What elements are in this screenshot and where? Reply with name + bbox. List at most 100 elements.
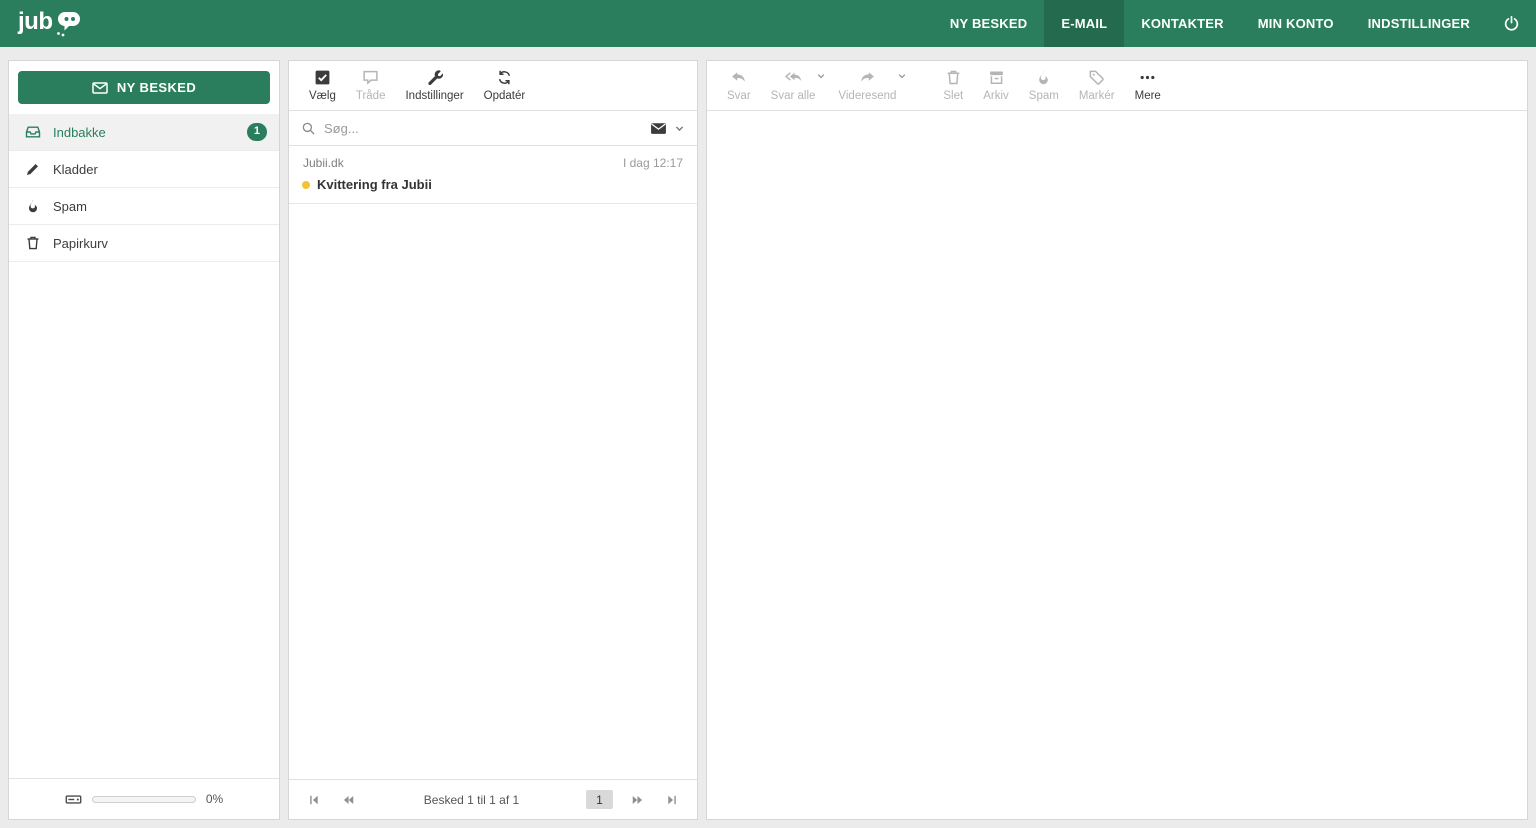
forward-menu-button[interactable] — [897, 71, 907, 81]
nav-indstillinger[interactable]: INDSTILLINGER — [1351, 0, 1487, 47]
envelope-icon — [92, 80, 108, 96]
more-button[interactable]: Mere — [1125, 69, 1171, 103]
pagination-status: Besked 1 til 1 af 1 — [369, 793, 574, 807]
storage-bar — [92, 796, 196, 803]
reply-all-menu-button[interactable] — [816, 71, 826, 81]
reply-button[interactable]: Svar — [717, 69, 761, 103]
search-bar — [289, 111, 697, 146]
unread-dot-icon — [302, 181, 310, 189]
select-button[interactable]: Vælg — [299, 69, 346, 103]
checkbox-icon — [314, 69, 331, 86]
next-page-icon — [631, 793, 645, 807]
nav-email[interactable]: E-MAIL — [1044, 0, 1124, 47]
archive-button[interactable]: Arkiv — [973, 69, 1019, 103]
mail-icon — [650, 120, 667, 137]
refresh-label: Opdatér — [484, 91, 526, 103]
folder-kladder[interactable]: Kladder — [9, 151, 279, 188]
folder-spam[interactable]: Spam — [9, 188, 279, 225]
logo-text: jub — [18, 10, 53, 37]
last-page-icon — [665, 793, 679, 807]
nav-min-konto[interactable]: MIN KONTO — [1241, 0, 1351, 47]
threads-label: Tråde — [356, 91, 386, 103]
logo-bubble-icon — [55, 10, 82, 37]
compose-button[interactable]: NY BESKED — [18, 71, 270, 104]
reply-icon — [730, 69, 747, 86]
unread-count-badge: 1 — [247, 123, 267, 140]
ellipsis-icon — [1139, 69, 1156, 86]
logo[interactable]: jub — [18, 0, 82, 47]
refresh-button[interactable]: Opdatér — [474, 69, 536, 103]
more-label: Mere — [1135, 91, 1161, 103]
prev-page-icon — [341, 793, 355, 807]
delete-label: Slet — [943, 91, 963, 103]
topbar: jub NY BESKED E-MAIL KONTAKTER MIN KONTO… — [0, 0, 1536, 47]
storage-indicator: 0% — [9, 778, 279, 819]
nav-ny-besked[interactable]: NY BESKED — [933, 0, 1044, 47]
flame-icon — [1035, 69, 1052, 86]
folder-indbakke[interactable]: Indbakke 1 — [9, 114, 279, 151]
message-toolbar: Svar Svar alle Videresend — [707, 61, 1527, 111]
delete-button[interactable]: Slet — [933, 69, 973, 103]
power-icon — [1503, 15, 1520, 32]
first-page-icon — [307, 793, 321, 807]
message-date: I dag 12:17 — [623, 156, 683, 170]
disk-icon — [65, 791, 82, 808]
folder-label: Indbakke — [53, 125, 235, 140]
archive-label: Arkiv — [983, 91, 1009, 103]
list-settings-button[interactable]: Indstillinger — [395, 69, 473, 103]
message-view-panel: Svar Svar alle Videresend — [706, 60, 1528, 820]
storage-percent: 0% — [206, 792, 223, 806]
reply-all-icon — [785, 69, 802, 86]
first-page-button[interactable] — [301, 789, 327, 811]
main-content: NY BESKED Indbakke 1 Kladder — [0, 47, 1536, 828]
sidebar-spacer — [9, 262, 279, 778]
reply-all-label: Svar alle — [771, 91, 816, 103]
sidebar: NY BESKED Indbakke 1 Kladder — [8, 60, 280, 820]
tag-icon — [1088, 69, 1105, 86]
list-filter-button[interactable] — [650, 120, 685, 137]
compose-label: NY BESKED — [117, 80, 196, 95]
search-input[interactable] — [324, 121, 642, 136]
nav-kontakter[interactable]: KONTAKTER — [1124, 0, 1240, 47]
flame-icon — [25, 198, 41, 214]
folder-label: Spam — [53, 199, 267, 214]
trash-icon — [945, 69, 962, 86]
select-label: Vælg — [309, 91, 336, 103]
list-toolbar: Vælg Tråde Indstillinger Opdatér — [289, 61, 697, 111]
folder-label: Papirkurv — [53, 236, 267, 251]
message-sender: Jubii.dk — [303, 156, 344, 170]
page-number-input[interactable] — [586, 790, 613, 809]
message-subject: Kvittering fra Jubii — [317, 177, 432, 192]
chevron-down-icon — [897, 71, 907, 81]
forward-button[interactable]: Videresend — [828, 69, 906, 103]
threads-button[interactable]: Tråde — [346, 69, 396, 103]
list-pagination: Besked 1 til 1 af 1 — [289, 779, 697, 819]
spam-label: Spam — [1029, 91, 1059, 103]
refresh-icon — [496, 69, 513, 86]
mark-button[interactable]: Markér — [1069, 69, 1125, 103]
wrench-icon — [426, 69, 443, 86]
compose-wrap: NY BESKED — [9, 61, 279, 114]
logout-button[interactable] — [1487, 0, 1536, 47]
folder-papirkurv[interactable]: Papirkurv — [9, 225, 279, 262]
last-page-button[interactable] — [659, 789, 685, 811]
spam-button[interactable]: Spam — [1019, 69, 1069, 103]
pencil-icon — [25, 161, 41, 177]
message-item[interactable]: Jubii.dk I dag 12:17 Kvittering fra Jubi… — [289, 146, 697, 204]
folder-list: Indbakke 1 Kladder Spam Papirkurv — [9, 114, 279, 262]
mark-label: Markér — [1079, 91, 1115, 103]
next-page-button[interactable] — [625, 789, 651, 811]
message-list: Jubii.dk I dag 12:17 Kvittering fra Jubi… — [289, 146, 697, 779]
message-meta: Jubii.dk I dag 12:17 — [301, 154, 685, 177]
message-subject-row: Kvittering fra Jubii — [301, 177, 685, 192]
inbox-icon — [25, 124, 41, 140]
top-nav: NY BESKED E-MAIL KONTAKTER MIN KONTO IND… — [933, 0, 1536, 47]
chevron-down-icon — [674, 123, 685, 134]
prev-page-button[interactable] — [335, 789, 361, 811]
folder-label: Kladder — [53, 162, 267, 177]
forward-label: Videresend — [838, 91, 896, 103]
list-settings-label: Indstillinger — [405, 91, 463, 103]
message-view-body — [707, 111, 1527, 819]
archive-icon — [988, 69, 1005, 86]
trash-icon — [25, 235, 41, 251]
